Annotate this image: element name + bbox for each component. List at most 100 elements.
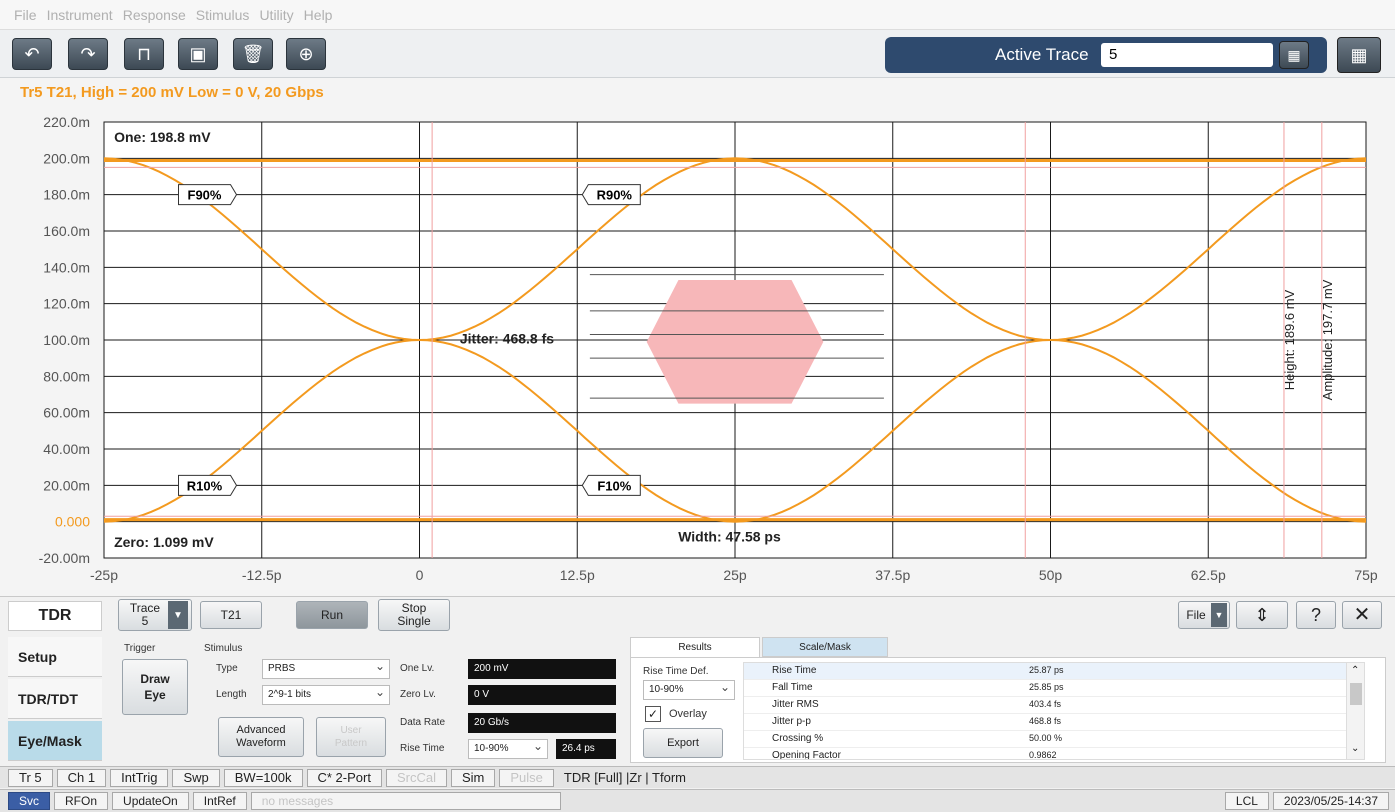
menu-utility[interactable]: Utility xyxy=(259,7,293,23)
redo-button[interactable]: ↷ xyxy=(68,38,108,70)
draw-eye-button[interactable]: Draw Eye xyxy=(122,659,188,715)
overlay-checkbox[interactable]: ✓ xyxy=(645,706,661,722)
menu-bar: File Instrument Response Stimulus Utilit… xyxy=(0,0,1395,30)
status-channel[interactable]: Ch 1 xyxy=(56,768,107,787)
t21-button[interactable]: T21 xyxy=(200,601,262,629)
menu-instrument[interactable]: Instrument xyxy=(47,7,113,23)
result-name: Jitter RMS xyxy=(772,699,819,710)
table-row[interactable]: Fall Time 25.85 ps xyxy=(744,680,1348,697)
data-rate-field[interactable]: 20 Gb/s xyxy=(468,713,616,733)
type-label: Type xyxy=(216,663,238,674)
rise-def-select[interactable]: 10-90% xyxy=(643,680,735,700)
status-bandwidth[interactable]: BW=100k xyxy=(223,768,303,787)
zero-level-label: Zero: 1.099 mV xyxy=(114,534,214,550)
tab-results[interactable]: Results xyxy=(630,637,760,657)
status-srccal[interactable]: SrcCal xyxy=(385,768,447,787)
result-name: Opening Factor xyxy=(772,750,841,760)
draw-eye-text: Draw Eye xyxy=(140,671,169,703)
status-sweep[interactable]: Swp xyxy=(172,768,220,787)
tab-scale-mask[interactable]: Scale/Mask xyxy=(762,637,888,657)
menu-response[interactable]: Response xyxy=(123,7,186,23)
rise-time-mode-select[interactable]: 10-90% xyxy=(468,739,548,759)
file-button[interactable]: File ▼ xyxy=(1178,601,1230,629)
zero-lv-field[interactable]: 0 V xyxy=(468,685,616,705)
status-lcl[interactable]: LCL xyxy=(1224,792,1269,810)
move-panel-button[interactable]: ⇕ xyxy=(1236,601,1288,629)
status-calibration[interactable]: C* 2-Port xyxy=(306,768,382,787)
status-trigger[interactable]: IntTrig xyxy=(110,768,169,787)
results-table: Rise Time 25.87 ps Fall Time 25.85 ps Jitt… xyxy=(743,662,1365,760)
help-button[interactable]: ? xyxy=(1296,601,1336,629)
trace-select-text: Trace 5 xyxy=(122,602,168,628)
active-trace-label: Active Trace xyxy=(995,45,1089,64)
table-row[interactable]: Opening Factor 0.9862 xyxy=(744,748,1348,760)
status-pulse[interactable]: Pulse xyxy=(499,768,554,787)
scroll-thumb[interactable] xyxy=(1350,683,1362,705)
user-pattern-button[interactable]: User Pattern xyxy=(316,717,386,757)
status-intref[interactable]: IntRef xyxy=(192,792,247,810)
length-select[interactable]: 2^9-1 bits xyxy=(262,685,390,705)
advanced-line: Advanced xyxy=(236,724,286,736)
eye-mask[interactable] xyxy=(646,280,824,404)
status-svc[interactable]: Svc xyxy=(8,792,51,810)
menu-help[interactable]: Help xyxy=(304,7,333,23)
active-trace-input[interactable]: 5 xyxy=(1101,43,1273,67)
stop-single-button[interactable]: Stop Single xyxy=(378,599,450,631)
chevron-down-icon: ▼ xyxy=(1211,603,1227,627)
status-sim[interactable]: Sim xyxy=(450,768,496,787)
eye-diagram-chart[interactable]: 220.0m 200.0m 180.0m 160.0m 140.0m 120.0m 100.… xyxy=(0,100,1395,600)
trash-icon: 🗑 xyxy=(241,43,265,64)
chevron-down-icon: ⌄ xyxy=(1351,743,1360,754)
table-row[interactable]: Rise Time 25.87 ps xyxy=(744,663,1348,680)
eye-line: Eye xyxy=(144,688,166,702)
table-row[interactable]: Jitter RMS 403.4 fs xyxy=(744,697,1348,714)
results-panel: Rise Time Def. 10-90% ✓ Overlay Export R… xyxy=(630,657,1386,763)
add-marker-button[interactable]: ⊓ xyxy=(124,38,164,70)
draw-line: Draw xyxy=(140,672,170,686)
trace-select-button[interactable]: Trace 5 ▼ xyxy=(118,599,192,631)
rise-time-field[interactable]: 26.4 ps xyxy=(556,739,616,759)
menu-file[interactable]: File xyxy=(14,7,37,23)
pulse-icon: ⊓ xyxy=(136,43,152,64)
one-lv-field[interactable]: 200 mV xyxy=(468,659,616,679)
tab-eye-mask[interactable]: Eye/Mask xyxy=(8,721,102,761)
check-icon: ✓ xyxy=(647,707,659,721)
layout-button[interactable]: ▦ xyxy=(1337,37,1381,73)
zoom-in-icon: ⊕ xyxy=(298,43,314,64)
user-pattern-text: User Pattern xyxy=(335,724,367,750)
result-value: 403.4 fs xyxy=(1029,699,1062,709)
menu-stimulus[interactable]: Stimulus xyxy=(196,7,250,23)
one-level-label: One: 198.8 mV xyxy=(114,129,211,145)
status-datetime: 2023/05/25-14:37 xyxy=(1272,792,1389,810)
table-row[interactable]: Jitter p-p 468.8 fs xyxy=(744,714,1348,731)
tab-tdr-tdt[interactable]: TDR/TDT xyxy=(8,679,102,719)
status-trace[interactable]: Tr 5 xyxy=(8,768,53,787)
y-tick-label: 100.0m xyxy=(43,332,90,348)
keypad-button[interactable]: ▦ xyxy=(1279,41,1309,69)
undo-button[interactable]: ↶ xyxy=(12,38,52,70)
table-row[interactable]: Crossing % 50.00 % xyxy=(744,731,1348,748)
advanced-waveform-text: Advanced Waveform xyxy=(236,724,286,750)
run-button[interactable]: Run xyxy=(296,601,368,629)
chevron-up-icon: ⌃ xyxy=(1351,665,1360,676)
status-update[interactable]: UpdateOn xyxy=(112,792,189,810)
x-tick-label: 37.5p xyxy=(875,567,910,583)
grid-icon: ▦ xyxy=(1350,44,1368,65)
capture-button[interactable]: ▣ xyxy=(178,38,218,70)
export-button[interactable]: Export xyxy=(643,728,723,758)
advanced-waveform-button[interactable]: Advanced Waveform xyxy=(218,717,304,757)
status-rfon[interactable]: RFOn xyxy=(54,792,109,810)
delete-button[interactable]: 🗑 xyxy=(233,38,273,70)
x-tick-label: -25p xyxy=(90,567,118,583)
type-select[interactable]: PRBS xyxy=(262,659,390,679)
x-tick-label: 12.5p xyxy=(560,567,595,583)
results-scrollbar[interactable]: ⌃ ⌄ xyxy=(1346,663,1364,759)
tab-setup[interactable]: Setup xyxy=(8,637,102,677)
r10-marker: R10% xyxy=(178,474,238,496)
keypad-icon: ▦ xyxy=(1287,46,1301,63)
y-tick-label: 180.0m xyxy=(43,187,90,203)
f10-marker: F10% xyxy=(581,474,641,496)
close-button[interactable]: ✕ xyxy=(1342,601,1382,629)
result-name: Jitter p-p xyxy=(772,716,811,727)
zoom-button[interactable]: ⊕ xyxy=(286,38,326,70)
